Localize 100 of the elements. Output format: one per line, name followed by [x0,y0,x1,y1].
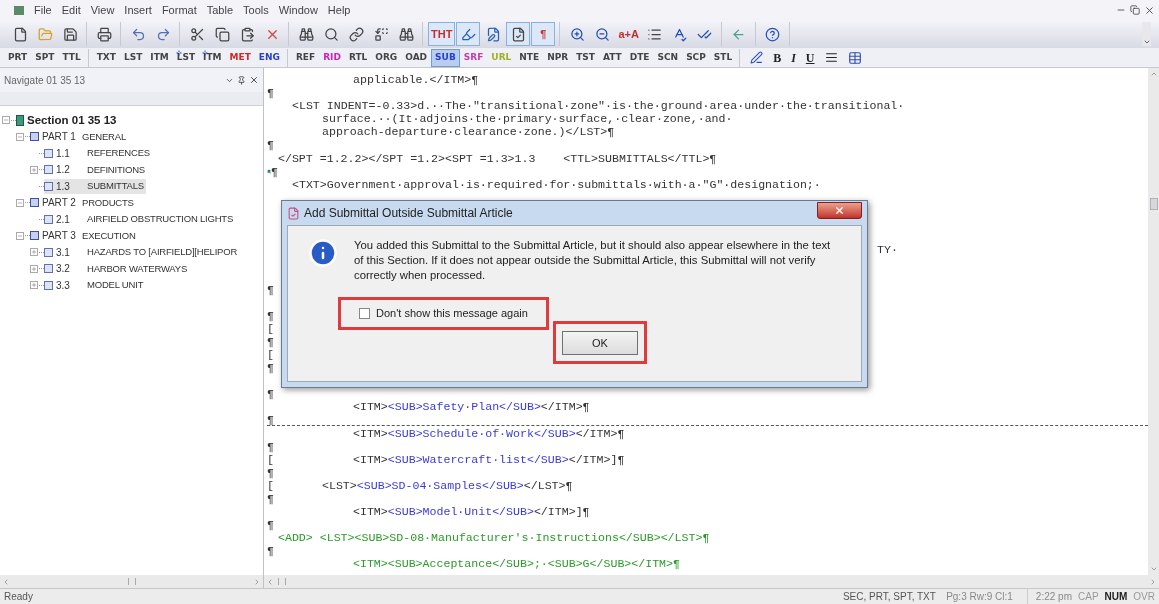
tag-button[interactable]: LST [119,48,147,67]
close-icon[interactable] [249,75,259,85]
tag-button[interactable]: RID [319,48,345,67]
tag-button[interactable]: ITM [146,48,173,67]
menu-item[interactable]: Edit [61,4,81,16]
code-line: <ITM><SUB>Model·Unit</SUB></ITM>]¶ [353,505,590,519]
tree-item[interactable]: 1.1 REFERENCES [44,145,152,161]
zoom-out-icon [594,26,610,42]
menu-item[interactable]: Tools [243,4,269,16]
toolbar-button[interactable] [456,22,481,46]
margin-mark: ¶ [267,544,274,558]
close-icon[interactable] [1144,4,1155,16]
list-icon [647,26,663,42]
tree-item[interactable]: 3.3 MODEL UNIT [44,277,146,293]
ok-button[interactable]: OK [561,331,638,356]
tree-item[interactable]: 3.2 HARBOR WATERWAYS [44,261,190,277]
tree-item[interactable]: PART 3 EXECUTION [30,228,138,244]
expand-toggle[interactable] [30,165,38,174]
margin-mark: [ [267,452,274,466]
expand-toggle[interactable] [30,281,38,290]
tag-button[interactable]: REF [291,48,320,67]
checkbox[interactable]: Don't show this message again [359,305,528,322]
toolbar-button[interactable]: THT [428,22,456,46]
help-icon [765,26,781,42]
code-line: <ITM><SUB>Watercraft·list</SUB></ITM>]¶ [353,452,625,466]
expand-toggle[interactable] [30,248,38,257]
tag-button[interactable]: NPR [543,48,573,67]
menu-item[interactable]: Format [161,4,197,16]
tree-item[interactable]: 1.3 SUBMITTALS [44,178,146,194]
tag-button[interactable]: SCP [682,48,710,67]
section-icon [16,114,24,126]
tree-item[interactable]: 2.1 AIRFIELD OBSTRUCTION LIGHTS [44,211,236,227]
menu-item[interactable]: Insert [124,4,152,16]
part-icon [30,198,39,208]
tree-item[interactable]: 3.1 HAZARDS TO [AIRFIELD][HELIPOR [44,244,240,260]
collapse-toggle[interactable] [16,231,24,240]
status-time: 2:22 pm [1026,589,1072,604]
tag-button[interactable]: STL [709,48,737,67]
tag-button[interactable]: LST [172,48,200,67]
expand-toggle[interactable] [30,264,38,273]
pane-title: Navigate 01 35 13 [4,73,86,88]
paste-icon [239,26,255,42]
binoculars-icon [398,26,414,42]
status-indicator: NUM [1104,590,1128,604]
tag-button[interactable]: ITM [199,48,226,67]
code-line: <ITM><SUB>Safety·Plan</SUB></ITM>¶ [353,400,590,414]
margin-mark: ¶ [267,387,274,401]
menu-item[interactable]: View [90,4,115,16]
printer-icon [96,26,112,42]
pen-button[interactable] [750,51,764,64]
tag-button[interactable]: SPT [31,48,59,67]
close-button[interactable] [817,201,862,219]
restore-icon[interactable] [1130,5,1140,15]
italic-button[interactable]: I [791,48,796,67]
table-button[interactable] [847,50,862,65]
tag-button[interactable]: SUB [431,48,460,67]
menu-item[interactable]: Help [327,4,351,16]
margin-mark: ¶ [267,334,274,348]
code-line: TY· [877,243,898,257]
tag-button[interactable]: MET [225,48,255,67]
save-icon [62,26,78,42]
replace-icon [373,26,389,42]
pin-icon[interactable] [237,75,246,85]
app-icon [14,5,24,15]
tree-item[interactable]: PART 1 GENERAL [30,129,128,145]
tag-button[interactable]: SRF [459,48,488,67]
vertical-scrollbar[interactable] [1148,68,1159,575]
scrollbar-thumb[interactable] [1149,198,1158,210]
tag-button[interactable]: DTE [625,48,654,67]
align-button[interactable] [824,51,838,64]
tree-item[interactable]: 1.2 DEFINITIONS [44,162,147,178]
tag-button[interactable]: TTL [58,48,85,67]
code-line: <TXT>Government·approval·is·required·for·submittals·with·a·"G"·designation;· [292,177,821,191]
tree-item[interactable]: Section 01 35 13 [16,111,119,129]
tag-button[interactable]: NTE [515,48,544,67]
menu-item[interactable]: Table [206,4,233,16]
menu-item[interactable]: File [34,4,52,16]
tag-button[interactable]: PRT [4,48,32,67]
collapse-toggle[interactable] [16,132,24,141]
tree-item[interactable]: PART 2 PRODUCTS [30,195,136,211]
close-icon [834,204,845,216]
underline-button[interactable]: U [805,48,815,67]
margin-mark: [ [267,478,274,492]
dialog-app-icon [287,206,300,220]
toolbar-button[interactable]: a+A [615,22,642,46]
tag-button[interactable]: ATT [598,48,626,67]
tag-button[interactable]: ENG [254,48,284,67]
tag-button[interactable]: TXT [92,48,120,67]
search-icon [323,26,339,42]
collapse-toggle[interactable] [2,116,10,125]
collapse-toggle[interactable] [16,198,24,207]
tag-button[interactable]: ORG [371,48,402,67]
menu-item[interactable]: Window [278,4,318,16]
tag-button[interactable]: OAD [401,48,432,67]
tag-button[interactable]: SCN [653,48,683,67]
bold-button[interactable]: B [773,48,782,67]
tag-button[interactable]: RTL [344,48,372,67]
toolbar-button[interactable]: ¶ [531,22,556,46]
tag-button[interactable]: TST [572,48,599,67]
toolbar-button[interactable] [506,22,531,46]
